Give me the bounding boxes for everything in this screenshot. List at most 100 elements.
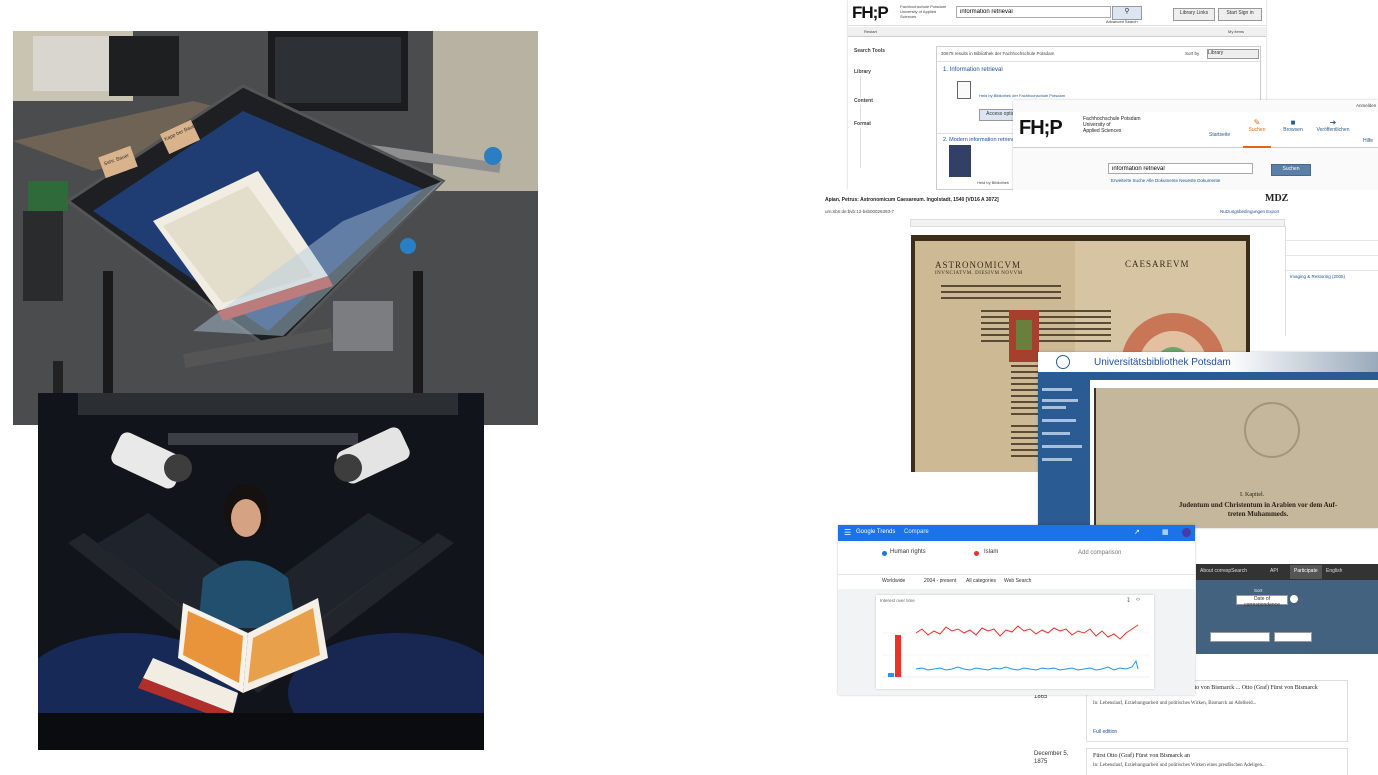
portal-name-line-3: Applied Sciences [1083,128,1122,134]
entry-2-body: In: Lebenslauf, Erziehungsarbeit und pol… [1093,763,1266,768]
portal-tab-veroeffentlichen-label: Veröffentlichen [1316,127,1350,133]
search-tab-icon: ✎ [1253,118,1261,127]
interest-over-time-chart [882,624,1150,678]
entry-1-link[interactable]: Full edition [1093,729,1117,735]
add-comparison[interactable]: Add comparison [1078,550,1121,556]
portal-tab-suchen[interactable]: ✎ Suchen [1243,118,1271,148]
trends-title[interactable]: Google Trends [856,529,895,535]
mdz-top-links[interactable]: Nutzungsbedingungen Export [1220,208,1279,215]
interest-title: Interest over time [880,598,915,603]
trends-compare-bar: Human rights Islam Add comparison [838,541,1195,575]
fhp-logo[interactable]: FH;P [852,3,889,23]
embed-icon[interactable]: ‹› [1136,597,1140,603]
mdz-sidebar-item[interactable]: Imaging & Restoring (2005) [1286,271,1378,282]
ub-title[interactable]: Universitätsbibliothek Potsdam [1094,357,1231,368]
book-scanner-illustration [13,31,538,425]
v-scanner-illustration [38,393,484,750]
corresp-filter-panel: Sort Date of correspondence [1196,580,1378,654]
portal-institution-name: Fachhochschule Potsdam University of App… [1083,116,1153,134]
restart-link[interactable]: Restart [864,28,877,35]
term-2-label[interactable]: Islam [984,549,998,555]
menu-icon[interactable]: ☰ [844,528,851,537]
portal-tab-browsen-label: Browsen [1283,127,1303,133]
share-icon[interactable]: ↗ [1134,528,1140,536]
ub-seal-icon [1056,355,1070,369]
term-1-label[interactable]: Human rights [890,549,926,555]
result-1-holding[interactable]: Held by Bibliothek der Fachhochschule Po… [979,92,1065,99]
avg-bar-term1 [888,673,894,677]
apps-icon[interactable]: ▦ [1162,528,1169,536]
ub-heading-line-1: Judentum und Christentum in Arabien vor … [1178,501,1338,509]
entry-1-body: In: Lebenslauf, Erziehungsarbeit und pol… [1093,701,1257,706]
search-tools-heading: Search Tools [854,48,886,54]
filter-select-1[interactable] [1210,632,1270,642]
interest-card: Interest over time ↧ ‹› [876,595,1154,689]
account-avatar[interactable] [1182,528,1191,537]
filter-region[interactable]: Worldwide [882,578,905,584]
series-line-human-rights [915,659,1139,671]
entry-2-date: December 5, 1875 [1034,751,1069,765]
term-2-dot [974,551,979,556]
ub-chapter-heading: Judentum und Christentum in Arabien vor … [1138,501,1378,519]
mdz-image-title-right: CAESAREVM [1125,259,1190,269]
nav-api[interactable]: API [1270,568,1278,574]
corresp-nav: About correspSearch API Participate Engl… [1196,564,1378,580]
v-scanner-photo [38,393,484,750]
ub-sidebar [1038,380,1090,528]
mdz-image-subtitle-left: INVNCIATVM. DIESIVM NOVVM [935,271,1023,276]
portal-login-link[interactable]: Anmelden [1356,102,1376,109]
portal-search-options[interactable]: Erweiterte Suche Alle Dokumente Neueste … [1111,177,1220,184]
mdz-urn[interactable]: urn:nbn:de:bvb:12-bsb00026393-7 [825,208,894,215]
mdz-logo[interactable]: MDZ [1265,193,1288,204]
result-1-title[interactable]: 1. Information retrieval [943,67,1003,73]
search-icon: ⚲ [1124,8,1130,15]
trends-header: ☰ Google Trends Compare ↗ ▦ [838,525,1195,541]
mdz-toolbar [910,219,1285,227]
portal-search-input[interactable] [1108,163,1253,174]
filter-category[interactable]: All categories [966,578,996,584]
library-stamp [1244,402,1300,458]
entry-2-title[interactable]: Fürst Otto (Graf) Fürst von Bismarck an [1093,753,1343,759]
portal-tab-veroeffentlichen[interactable]: ➜ Veröffentlichen [1313,118,1353,133]
catalog-search-input[interactable] [956,6,1111,18]
filter-select-2[interactable] [1274,632,1312,642]
trends-subtitle: Compare [904,529,929,535]
portal-header-bar: FH;P Fachhochschule Potsdam University o… [1013,112,1378,148]
filter-time[interactable]: 2004 - present [924,578,956,584]
facet-format[interactable]: Format [854,121,934,128]
advanced-search-link[interactable]: Advanced Search [1106,19,1138,24]
portal-tab-hilfe[interactable]: Hilfe [1363,138,1373,144]
ub-potsdam-screenshot: Universitätsbibliothek Potsdam I. Kapite… [1038,352,1378,528]
nav-language[interactable]: English [1326,568,1342,574]
catalog-search-button[interactable]: ⚲ [1112,6,1142,20]
ub-heading-line-2: treten Muhammeds. [1227,510,1289,518]
fhp-portal-screenshot: Anmelden FH;P Fachhochschule Potsdam Uni… [1013,100,1378,190]
result-2-title[interactable]: 2. Modern information retrieval [943,137,1018,143]
facet-library[interactable]: Library [854,69,934,76]
library-links-button[interactable]: Library Links [1173,8,1215,21]
my-items-link[interactable]: My items [1228,28,1244,35]
ub-nav-bar [1038,372,1378,380]
nav-about[interactable]: About correspSearch [1200,568,1247,574]
result-2-holding[interactable]: Held by Bibliothek [977,179,1009,186]
folder-icon: ■ [1290,118,1296,127]
book-icon [957,81,971,99]
filter-label: Sort [1254,588,1263,593]
mdz-image-title-left: ASTRONOMICVM [935,260,1022,270]
sort-direction-button[interactable] [1290,595,1298,603]
entry-1-date: 1865 [1034,694,1048,700]
entry-2-card: Fürst Otto (Graf) Fürst von Bismarck an … [1086,748,1348,775]
google-trends-screenshot: ☰ Google Trends Compare ↗ ▦ Human rights… [838,525,1195,695]
download-icon[interactable]: ↧ [1126,597,1131,604]
portal-logo[interactable]: FH;P [1019,117,1063,140]
filter-search-type[interactable]: Web Search [1004,578,1031,584]
nav-participate[interactable]: Participate [1290,565,1322,579]
portal-tab-startseite[interactable]: Startseite [1209,132,1230,138]
sort-label: Sort by [1185,51,1200,56]
sort-select[interactable]: Library [1207,49,1259,59]
facet-content[interactable]: Content [854,98,934,105]
portal-search-button[interactable]: Suchen [1271,164,1311,176]
sign-in-button[interactable]: Start Sign in [1218,8,1262,21]
portal-tab-browsen[interactable]: ■ Browsen [1279,118,1307,133]
sort-order-select[interactable]: Date of correspondence [1236,595,1288,608]
